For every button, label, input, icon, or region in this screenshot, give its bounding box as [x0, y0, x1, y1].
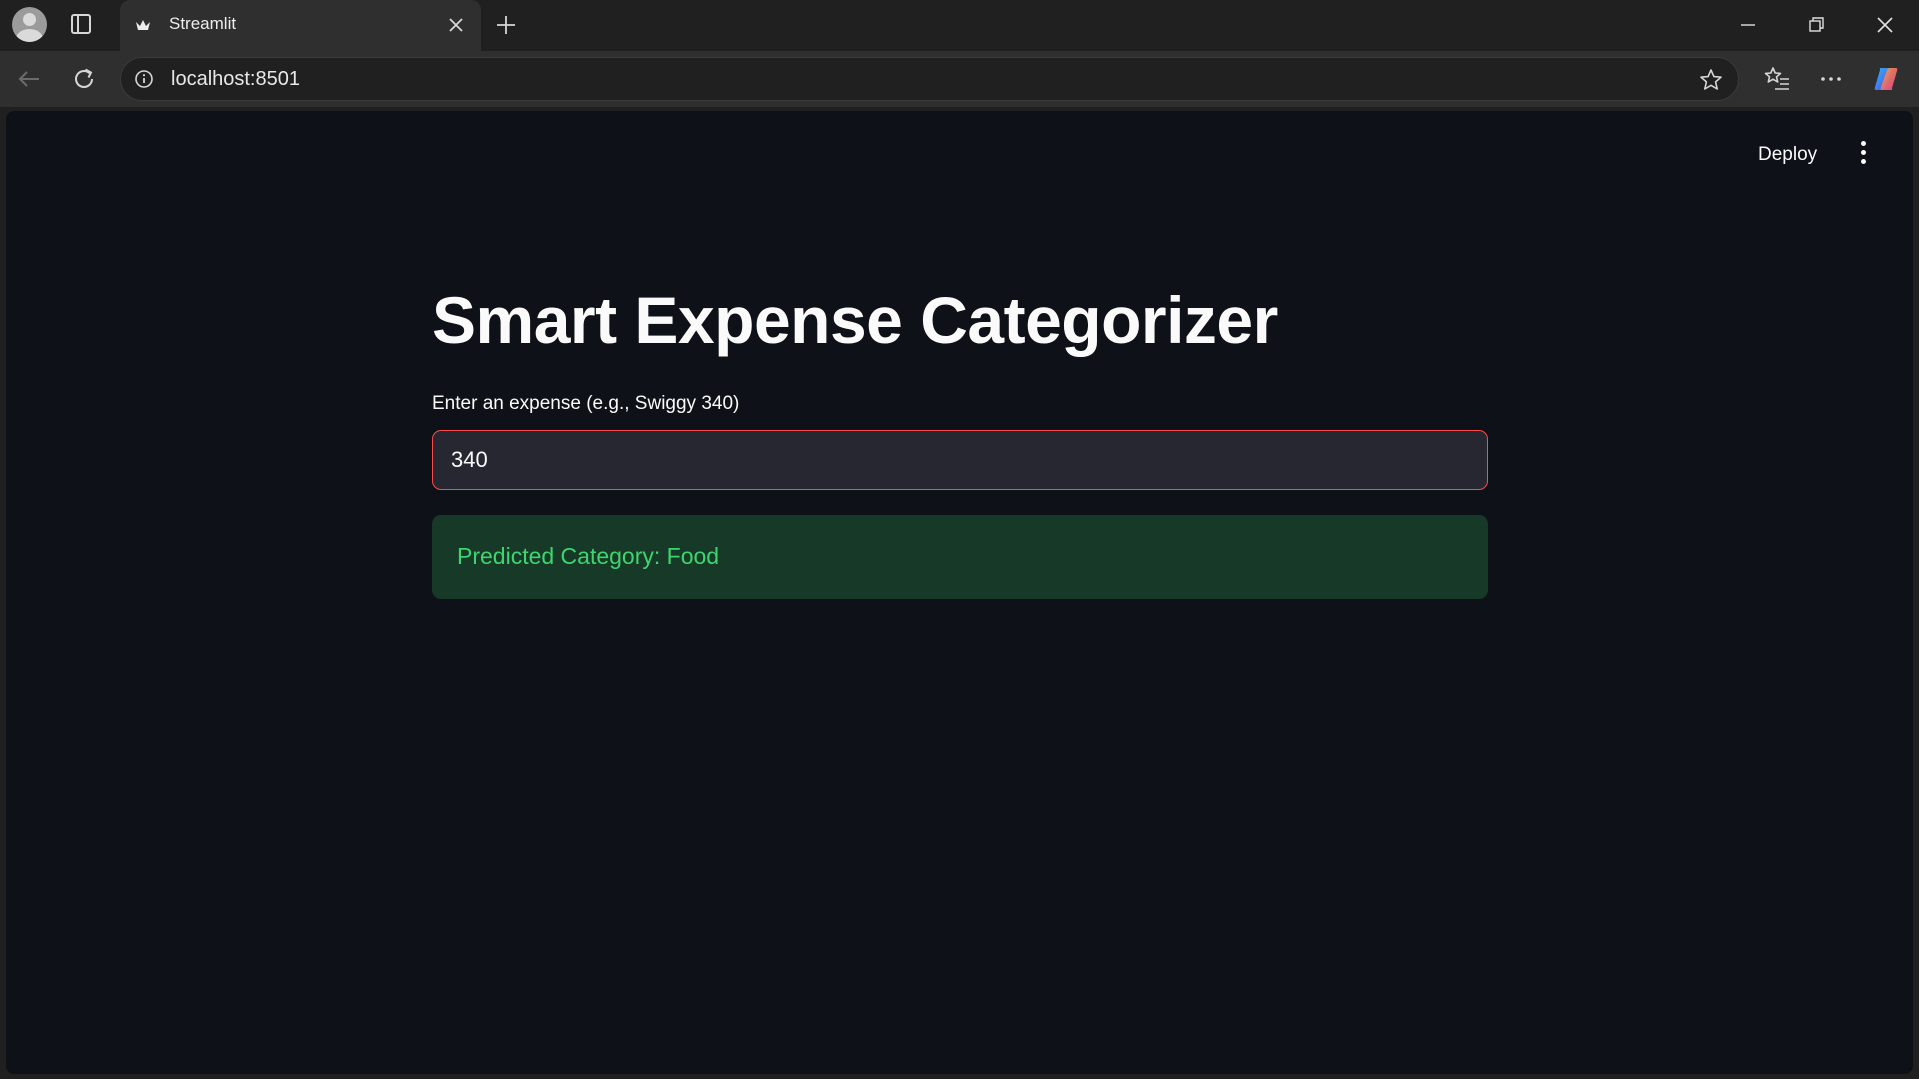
main-menu-icon[interactable]: [1857, 141, 1869, 169]
favorite-star-icon[interactable]: [1698, 67, 1724, 93]
expense-input-label: Enter an expense (e.g., Swiggy 340): [432, 393, 740, 414]
deploy-button[interactable]: Deploy: [1758, 144, 1817, 166]
browser-window: Streamlit localhost:8501 Deploy Smart Ex…: [0, 0, 1919, 1079]
favorites-list-icon[interactable]: [1762, 64, 1792, 94]
streamlit-crown-icon: [136, 20, 150, 30]
page-title: Smart Expense Categorizer: [432, 283, 1278, 357]
browser-tab-active[interactable]: Streamlit: [120, 0, 481, 51]
address-bar[interactable]: localhost:8501: [120, 57, 1739, 101]
refresh-icon[interactable]: [69, 64, 99, 94]
close-window-icon[interactable]: [1872, 12, 1898, 38]
new-tab-icon[interactable]: [494, 13, 518, 37]
streamlit-app: Deploy Smart Expense Categorizer Enter a…: [6, 111, 1913, 1074]
copilot-icon[interactable]: [1871, 64, 1901, 94]
restore-icon[interactable]: [1803, 12, 1829, 38]
site-info-icon[interactable]: [134, 69, 154, 89]
tab-strip: Streamlit: [0, 0, 1919, 51]
back-arrow-icon[interactable]: [14, 64, 44, 94]
profile-avatar-icon[interactable]: [12, 7, 47, 42]
browser-toolbar: localhost:8501: [0, 51, 1919, 107]
more-options-icon[interactable]: [1816, 64, 1846, 94]
tab-title: Streamlit: [169, 14, 237, 33]
close-tab-icon[interactable]: [446, 15, 466, 35]
tab-actions-icon[interactable]: [71, 14, 91, 34]
predicted-category-text: Predicted Category: Food: [457, 543, 720, 569]
minimize-icon[interactable]: [1735, 12, 1761, 38]
expense-input[interactable]: [432, 430, 1488, 490]
address-url[interactable]: localhost:8501: [171, 68, 300, 91]
success-alert: Predicted Category: Food: [432, 515, 1488, 599]
